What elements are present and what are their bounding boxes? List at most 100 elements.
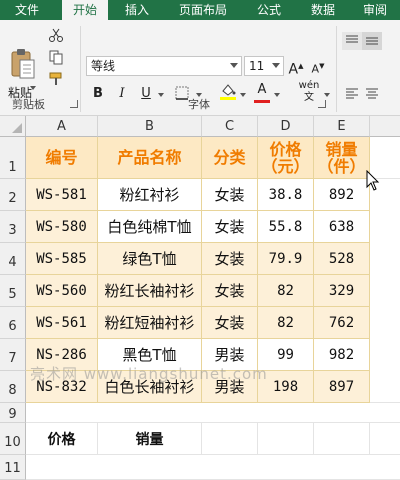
table-cell-sales[interactable]: 638 — [314, 211, 370, 243]
tab-review[interactable]: 审阅 — [354, 0, 396, 20]
font-color-bar — [254, 100, 270, 103]
font-group-label: 字体 — [188, 98, 210, 111]
shrink-font-button[interactable]: A▼ — [310, 56, 326, 76]
font-name-value: 等线 — [91, 59, 116, 73]
table-cell-sales[interactable]: 897 — [314, 371, 370, 403]
phonetic-dropdown-icon[interactable] — [324, 93, 330, 97]
table-cell-price[interactable]: 79.9 — [258, 243, 314, 275]
table-cell-category[interactable]: 女装 — [202, 275, 258, 307]
ribbon-tab-bar: 文件 开始 插入 页面布局 公式 数据 审阅 — [0, 0, 400, 22]
cell-b10[interactable]: 销量 — [98, 423, 202, 455]
table-cell-category[interactable]: 女装 — [202, 179, 258, 211]
row-header-11[interactable]: 11 — [0, 455, 26, 480]
row-header-3[interactable]: 3 — [0, 211, 26, 243]
cell-e1[interactable]: 销量 （件） — [314, 137, 370, 179]
tab-insert[interactable]: 插入 — [116, 0, 158, 20]
column-header-b[interactable]: B — [98, 116, 202, 137]
cell-c10[interactable] — [202, 423, 258, 455]
italic-button[interactable]: I — [114, 84, 130, 104]
row-header-7[interactable]: 7 — [0, 339, 26, 371]
table-cell-price[interactable]: 82 — [258, 307, 314, 339]
top-align-icon[interactable] — [342, 32, 362, 50]
cell-e10[interactable] — [314, 423, 370, 455]
column-header-d[interactable]: D — [258, 116, 314, 137]
underline-button[interactable]: U — [138, 84, 154, 104]
table-cell-sales[interactable]: 982 — [314, 339, 370, 371]
font-name-dropdown-icon[interactable] — [230, 63, 238, 68]
font-size-dropdown-icon[interactable] — [272, 63, 280, 68]
column-header-c[interactable]: C — [202, 116, 258, 137]
underline-dropdown-icon[interactable] — [158, 93, 164, 97]
font-size-combo[interactable]: 11 — [244, 56, 284, 76]
paste-dropdown-icon[interactable] — [30, 86, 36, 90]
cell-c1[interactable]: 分类 — [202, 137, 258, 179]
row-header-5[interactable]: 5 — [0, 275, 26, 307]
row-header-4[interactable]: 4 — [0, 243, 26, 275]
cell-d10[interactable] — [258, 423, 314, 455]
tab-data[interactable]: 数据 — [302, 0, 344, 20]
paste-icon[interactable] — [10, 48, 36, 80]
clipboard-launcher-icon[interactable] — [70, 100, 78, 108]
font-color-dropdown-icon[interactable] — [274, 93, 280, 97]
select-all-corner[interactable] — [0, 116, 26, 137]
table-cell-id[interactable]: WS-585 — [26, 243, 98, 275]
fill-color-dropdown-icon[interactable] — [240, 93, 246, 97]
cell-f10[interactable] — [370, 423, 400, 455]
align-center-icon[interactable] — [362, 84, 382, 102]
table-cell-name[interactable]: 粉红长袖衬衫 — [98, 275, 202, 307]
row-header-9[interactable]: 9 — [0, 403, 26, 423]
table-cell-sales[interactable]: 329 — [314, 275, 370, 307]
middle-align-icon[interactable] — [362, 32, 382, 50]
grow-font-button[interactable]: A▲ — [288, 56, 304, 78]
column-header-a[interactable]: A — [26, 116, 98, 137]
table-cell-price[interactable]: 55.8 — [258, 211, 314, 243]
table-cell-category[interactable]: 女装 — [202, 307, 258, 339]
table-cell-name[interactable]: 白色纯棉T恤 — [98, 211, 202, 243]
table-cell-price[interactable]: 82 — [258, 275, 314, 307]
row-header-1[interactable]: 1 — [0, 137, 26, 179]
fill-color-icon[interactable] — [218, 82, 238, 100]
cell-d1[interactable]: 价格 （元） — [258, 137, 314, 179]
table-cell-id[interactable]: WS-560 — [26, 275, 98, 307]
group-divider — [80, 26, 81, 112]
row-11-cells[interactable] — [26, 455, 400, 480]
table-cell-sales[interactable]: 528 — [314, 243, 370, 275]
table-cell-price[interactable]: 38.8 — [258, 179, 314, 211]
row-header-10[interactable]: 10 — [0, 423, 26, 455]
row-header-8[interactable]: 8 — [0, 371, 26, 403]
cell-a10[interactable]: 价格 — [26, 423, 98, 455]
tab-home[interactable]: 开始 — [62, 0, 108, 22]
table-cell-name[interactable]: 绿色T恤 — [98, 243, 202, 275]
tab-formulas[interactable]: 公式 — [248, 0, 290, 20]
format-painter-icon[interactable] — [46, 70, 66, 88]
row-header-2[interactable]: 2 — [0, 179, 26, 211]
table-cell-id[interactable]: WS-561 — [26, 307, 98, 339]
phonetic-pinyin: wén — [298, 80, 320, 91]
table-cell-sales[interactable]: 762 — [314, 307, 370, 339]
row-9-cells[interactable] — [26, 403, 400, 423]
table-cell-category[interactable]: 女装 — [202, 211, 258, 243]
column-header-f[interactable] — [370, 116, 400, 137]
cell-b1[interactable]: 产品名称 — [98, 137, 202, 179]
column-header-e[interactable]: E — [314, 116, 370, 137]
row-header-6[interactable]: 6 — [0, 307, 26, 339]
tab-file[interactable]: 文件 — [6, 0, 48, 20]
table-cell-sales[interactable]: 892 — [314, 179, 370, 211]
ribbon: 粘贴 剪贴板 等线 11 A▲ A▼ B I U A wén 文 字体 — [0, 20, 400, 116]
table-cell-name[interactable]: 粉红短袖衬衫 — [98, 307, 202, 339]
font-name-combo[interactable]: 等线 — [86, 56, 242, 76]
font-launcher-icon[interactable] — [318, 100, 326, 108]
table-cell-name[interactable]: 粉红衬衫 — [98, 179, 202, 211]
clipboard-group-label: 剪贴板 — [12, 98, 45, 111]
bold-button[interactable]: B — [90, 84, 106, 104]
copy-icon[interactable] — [46, 48, 66, 66]
table-cell-category[interactable]: 女装 — [202, 243, 258, 275]
column-f-cells[interactable] — [370, 179, 400, 403]
cell-a1[interactable]: 编号 — [26, 137, 98, 179]
cut-icon[interactable] — [46, 26, 66, 44]
table-cell-id[interactable]: WS-581 — [26, 179, 98, 211]
align-left-icon[interactable] — [342, 84, 362, 102]
table-cell-id[interactable]: WS-580 — [26, 211, 98, 243]
font-color-button[interactable]: A — [254, 80, 270, 100]
tab-page-layout[interactable]: 页面布局 — [170, 0, 236, 20]
